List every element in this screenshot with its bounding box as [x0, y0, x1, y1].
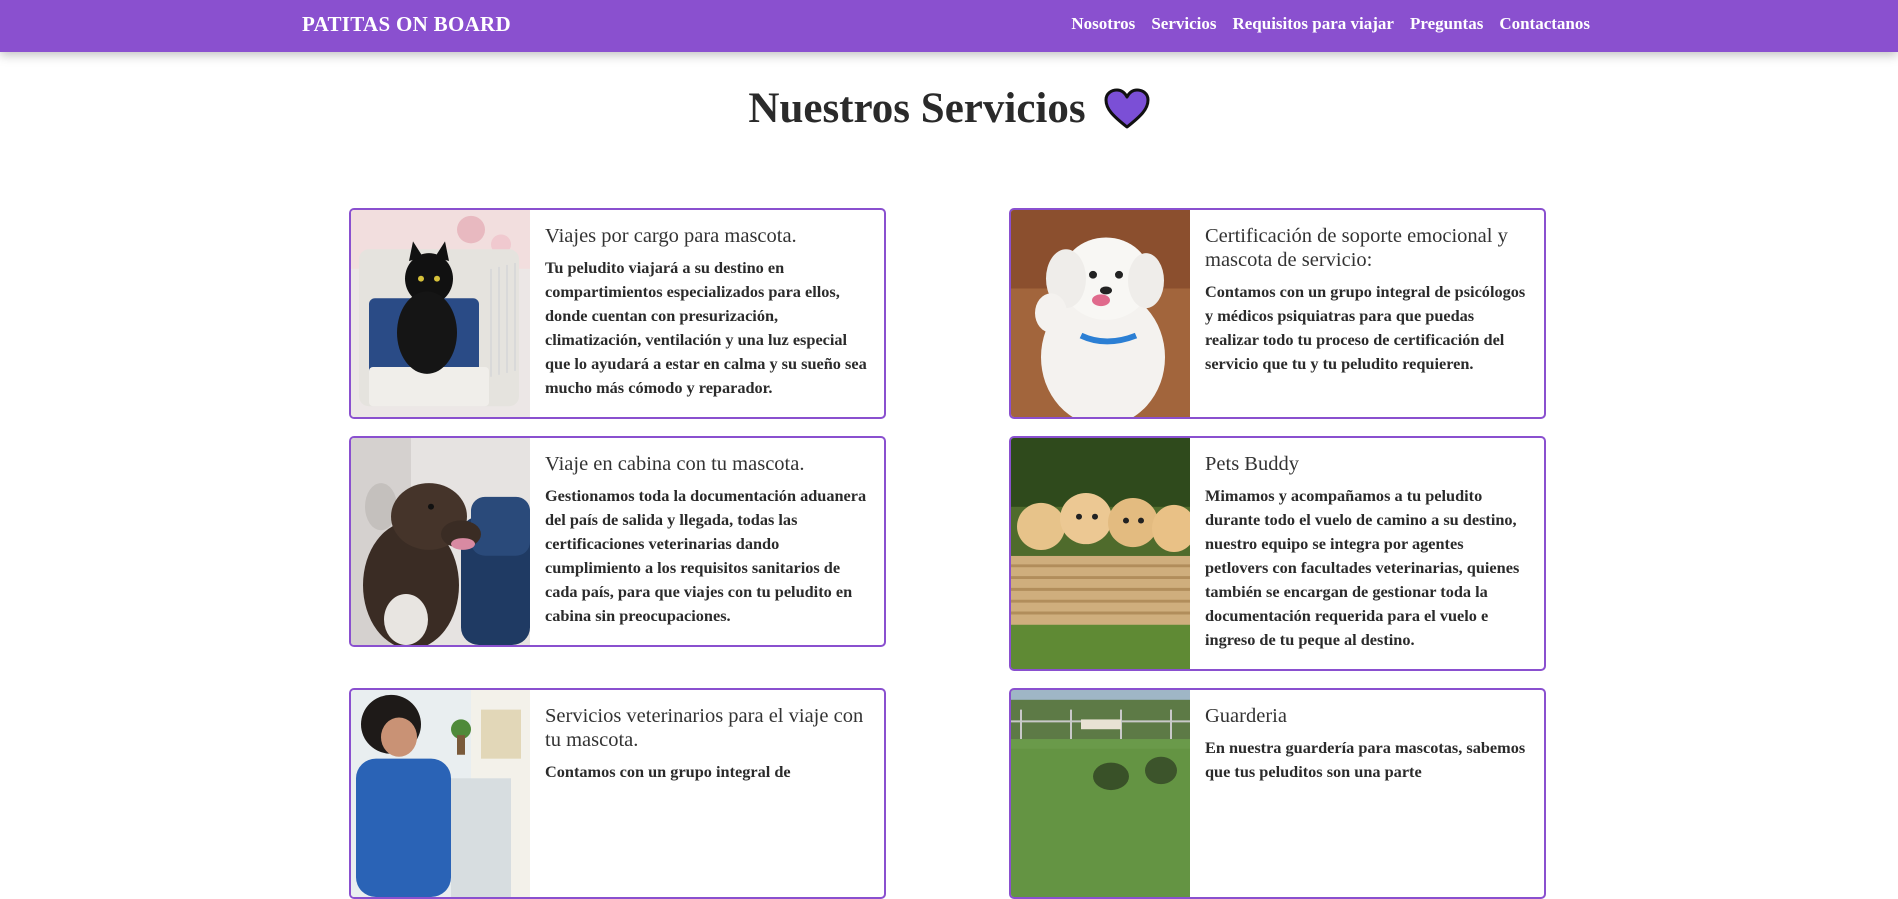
service-description: Contamos con un grupo integral de [545, 762, 791, 781]
nav-link-requisitos[interactable]: Requisitos para viajar [1232, 14, 1394, 34]
service-title: Certificación de soporte emocional y mas… [1205, 225, 1508, 271]
page-title-wrapper: Nuestros Servicios [0, 84, 1898, 133]
service-title: Viajes por cargo para mascota. [545, 225, 797, 247]
service-description: Tu peludito viajará a su destino en comp… [545, 258, 867, 397]
service-description: Gestionamos toda la documentación aduane… [545, 486, 867, 625]
nav-link-preguntas[interactable]: Preguntas [1410, 14, 1483, 34]
service-description: Contamos con un grupo integral de psicól… [1205, 282, 1526, 373]
service-title: Servicios veterinarios para el viaje con… [545, 705, 864, 751]
service-text: Pets Buddy Mimamos y acompañamos a tu pe… [1205, 452, 1530, 652]
dog-cabin-image [351, 438, 530, 645]
service-text: Viajes por cargo para mascota. Tu peludi… [545, 224, 870, 400]
poodle-image [1011, 210, 1190, 417]
navbar: PATITAS ON BOARD Nosotros Servicios Requ… [0, 0, 1898, 52]
nav-link-servicios[interactable]: Servicios [1151, 14, 1216, 34]
nav-link-nosotros[interactable]: Nosotros [1071, 14, 1135, 34]
service-card-certificacion[interactable]: Certificación de soporte emocional y mas… [1009, 208, 1546, 419]
service-text: Guarderia En nuestra guardería para masc… [1205, 704, 1530, 784]
service-card-guarderia[interactable]: Guarderia En nuestra guardería para masc… [1009, 688, 1546, 899]
service-text: Viaje en cabina con tu mascota. Gestiona… [545, 452, 870, 628]
service-card-veterinarios[interactable]: Servicios veterinarios para el viaje con… [349, 688, 886, 899]
service-text: Servicios veterinarios para el viaje con… [545, 704, 870, 784]
service-text: Certificación de soporte emocional y mas… [1205, 224, 1530, 376]
service-description: Mimamos y acompañamos a tu peludito dura… [1205, 486, 1520, 649]
cat-carrier-image [351, 210, 530, 417]
puppies-basket-image [1011, 438, 1190, 669]
nav-links: Nosotros Servicios Requisitos para viaja… [1071, 14, 1590, 34]
veterinarian-image [351, 690, 530, 897]
service-card-pets-buddy[interactable]: Pets Buddy Mimamos y acompañamos a tu pe… [1009, 436, 1546, 671]
heart-icon [1104, 88, 1150, 128]
service-description: En nuestra guardería para mascotas, sabe… [1205, 738, 1526, 781]
service-title: Pets Buddy [1205, 453, 1299, 475]
service-card-cargo[interactable]: Viajes por cargo para mascota. Tu peludi… [349, 208, 886, 419]
nav-link-contactanos[interactable]: Contactanos [1499, 14, 1590, 34]
page-title: Nuestros Servicios [748, 85, 1086, 132]
service-title: Viaje en cabina con tu mascota. [545, 453, 805, 475]
service-title: Guarderia [1205, 705, 1287, 727]
service-card-cabina[interactable]: Viaje en cabina con tu mascota. Gestiona… [349, 436, 886, 647]
brand-logo[interactable]: PATITAS ON BOARD [302, 12, 511, 37]
dogs-park-image [1011, 690, 1190, 897]
